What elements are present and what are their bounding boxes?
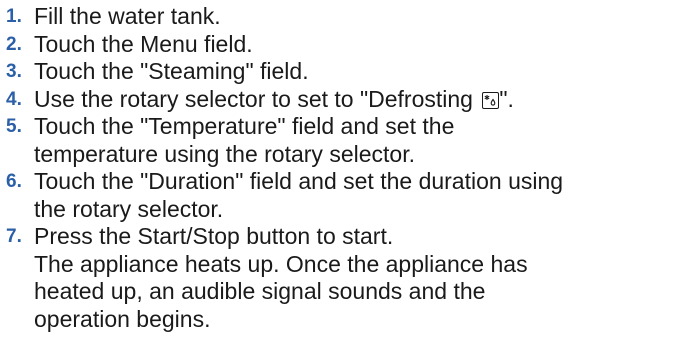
step-5: 5. Touch the "Temperature" field and set…	[6, 113, 699, 168]
step-text-before: Use the rotary selector to set to "Defro…	[34, 85, 480, 112]
step-text: Touch the "Steaming" field.	[34, 58, 309, 84]
step-number: 1.	[6, 6, 22, 27]
step-text: Touch the Menu field.	[34, 30, 253, 57]
step-text: Use the rotary selector to set to "Defro…	[34, 86, 699, 114]
step-list: 1. Fill the water tank. 2. Touch the Men…	[6, 3, 699, 333]
step-text: Touch the "Duration" field and set the d…	[34, 168, 564, 222]
defrost-icon	[482, 91, 500, 109]
step-2: 2. Touch the Menu field.	[6, 31, 699, 59]
step-4: 4. Use the rotary selector to set to "De…	[6, 86, 699, 114]
step-number: 2.	[6, 33, 22, 55]
step-text: Touch the "Temperature" field and set th…	[34, 113, 455, 167]
step-text: Press the Start/Stop button to start. Th…	[34, 223, 528, 332]
step-number: 3.	[6, 61, 22, 82]
instruction-document: 1. Fill the water tank. 2. Touch the Men…	[0, 0, 699, 356]
step-text-after: ".	[499, 85, 514, 112]
step-number: 6.	[6, 171, 22, 192]
step-text: Fill the water tank.	[34, 3, 221, 29]
step-number: 5.	[6, 116, 22, 137]
step-6: 6. Touch the "Duration" field and set th…	[6, 168, 699, 223]
step-number: 7.	[6, 226, 22, 247]
step-number: 4.	[6, 88, 22, 110]
step-3: 3. Touch the "Steaming" field.	[6, 58, 699, 86]
step-7: 7. Press the Start/Stop button to start.…	[6, 223, 699, 333]
step-1: 1. Fill the water tank.	[6, 3, 699, 31]
